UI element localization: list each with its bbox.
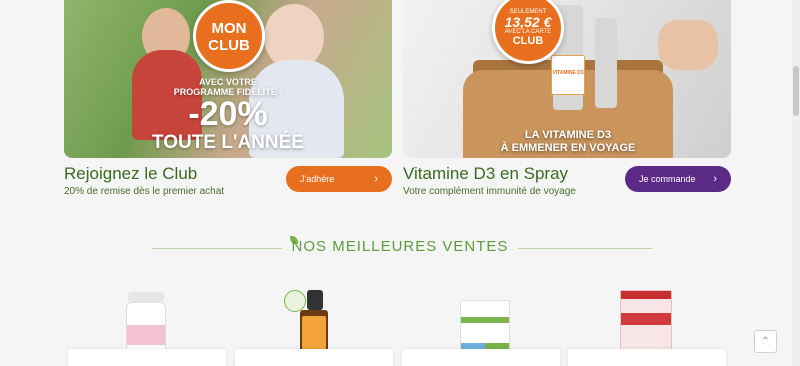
club-sub-line1: AVEC VOTRE [199,77,257,87]
join-club-button[interactable]: J'adhère › [286,166,392,192]
chevron-right-icon: › [713,173,717,185]
promo-title[interactable]: Rejoignez le Club [64,164,197,184]
jar-lid [128,292,164,302]
product-card-2[interactable] [235,349,393,366]
best-sellers-title: NOS MEILLEURES VENTES [291,238,509,255]
spray-bottle-small [595,18,617,108]
club-year: TOUTE L'ANNÉE [152,132,304,153]
promo-description: 20% de remise dès le premier achat [64,186,225,197]
banner-line1: LA VITAMINE D3 [524,129,612,141]
bottle-label-text: VITAMINE D3 [552,70,584,76]
vitamin-banner-image[interactable]: VITAMINE D3 SEULEMENT 13,52 € AVEC LA CA… [403,0,731,158]
box-brand-stripe [621,291,671,299]
club-subtitle: AVEC VOTRE PROGRAMME FIDÉLITÉ : [64,77,392,97]
product-card-3[interactable] [402,349,560,366]
box-product-label [621,313,671,325]
jar-band [127,325,165,345]
organic-seal [284,290,306,312]
chevron-right-icon: › [374,173,378,185]
mon-club-badge: MON CLUB [193,0,265,72]
promo-club: MON CLUB AVEC VOTRE PROGRAMME FIDÉLITÉ :… [64,0,392,197]
button-label: Je commande [639,174,696,184]
order-button[interactable]: Je commande › [625,166,731,192]
box-stripe [461,317,509,323]
banner-line2: À EMMENER EN VOYAGE [500,142,636,154]
promo-vitamin-d3: VITAMINE D3 SEULEMENT 13,52 € AVEC LA CA… [403,0,731,197]
product-card-4[interactable] [568,349,726,366]
badge-price: 13,52 € [504,14,552,30]
bottle-cap [307,290,323,310]
bottle-label-band [302,316,326,352]
vitamin-banner-text: LA VITAMINE D3 À EMMENER EN VOYAGE [493,129,643,155]
divider-right [518,248,652,249]
chevron-up-icon: ⌃ [761,336,770,347]
promo-title[interactable]: Vitamine D3 en Spray [403,164,568,184]
scrollbar-track[interactable] [792,0,800,366]
badge-line4: CLUB [512,35,544,47]
bottle-label: VITAMINE D3 [551,55,585,95]
club-banner-image[interactable]: MON CLUB AVEC VOTRE PROGRAMME FIDÉLITÉ :… [64,0,392,158]
promo-description: Votre complément immunité de voyage [403,186,576,197]
club-discount: -20% [188,95,268,133]
product-card-1[interactable] [68,349,226,366]
scroll-to-top-button[interactable]: ⌃ [754,330,777,353]
badge-line1: MON [211,20,247,37]
hand-figure [658,20,718,70]
badge-line2: CLUB [208,37,250,54]
scrollbar-thumb[interactable] [793,66,799,116]
button-label: J'adhère [300,174,335,184]
